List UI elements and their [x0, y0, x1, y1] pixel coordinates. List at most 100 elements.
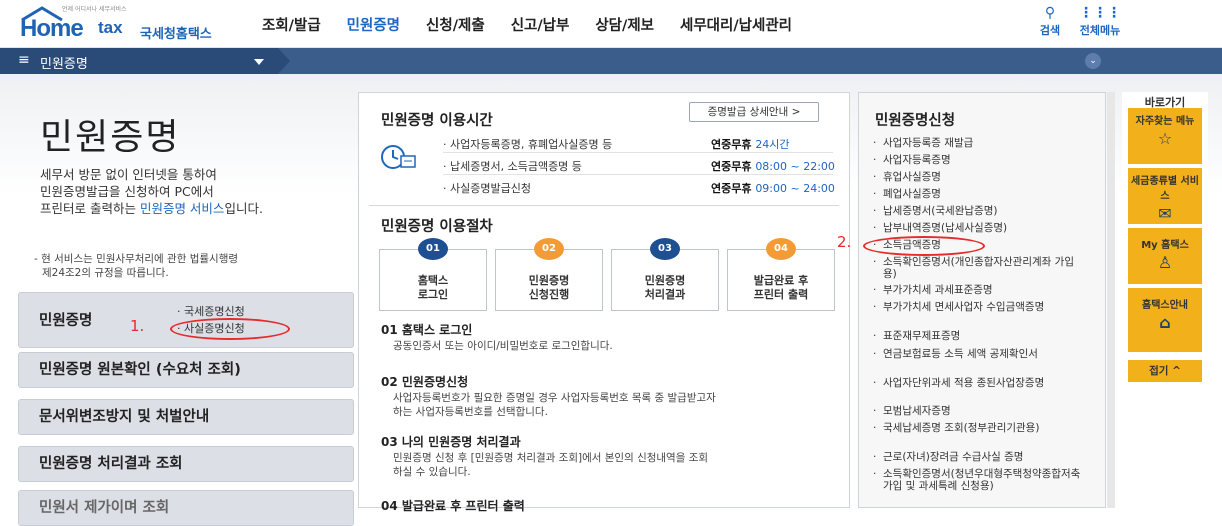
quick-my-hometax[interactable]: My 홈택스 ♙: [1128, 228, 1202, 284]
section-heading: 04 발급완료 후 프린터 출력: [381, 499, 525, 513]
sub-nav-dropdown[interactable]: ≡ 민원증명: [0, 48, 290, 74]
annotation-number-2: 2.: [837, 233, 852, 251]
menu-forgery-prevention[interactable]: 문서위변조방지 및 처벌안내: [18, 399, 354, 435]
sub-nav-bar: ≡ 민원증명 ⌄: [0, 48, 1222, 74]
apply-list-title: 민원증명신청: [875, 113, 956, 129]
section-body-line: 하는 사업자등록번호를 선택합니다.: [393, 406, 548, 418]
quick-box-label: 자주찾는 메뉴: [1135, 116, 1195, 127]
procedure-step-2: 02 민원증명 신청진행: [495, 238, 603, 311]
quick-favorite-menu[interactable]: 자주찾는 메뉴 ☆: [1128, 108, 1202, 164]
hours-label: · 납세증명서, 소득금액증명 등: [443, 160, 582, 173]
section-heading: 02 민원증명신청: [381, 375, 469, 389]
procedure-step-4: 04 발급완료 후 프린터 출력: [727, 238, 835, 311]
intro-line-1: 세무서 방문 없이 인터넷을 통하여: [40, 167, 217, 182]
menu-civil-certificate[interactable]: 민원증명 · 국세증명신청 · 사실증명신청: [18, 292, 354, 348]
step-line-1: 홈택스: [417, 274, 449, 287]
procedure-step-1: 01 홈택스 로그인: [379, 238, 487, 311]
nav-item-lookup[interactable]: 조회/발급: [262, 14, 321, 35]
nav-item-consult[interactable]: 상담/제보: [595, 14, 654, 35]
nav-item-tax-agent[interactable]: 세무대리/납세관리: [680, 14, 792, 35]
step-number-badge: 04: [766, 238, 796, 260]
menu-partial-item[interactable]: 민원서 제가이며 조회: [18, 490, 354, 526]
intro-line-2: 민원증명발급을 신청하여 PC에서: [40, 184, 214, 199]
page-title: 민원증명: [40, 117, 181, 158]
step-line-2: 로그인: [417, 288, 449, 301]
logo-tax-text: tax: [98, 18, 123, 37]
procedure-step-3: 03 민원증명 처리결과: [611, 238, 719, 311]
section-body: 공동인증서 또는 아이디/비밀번호로 로그인합니다.: [393, 339, 813, 353]
logo-subtitle: 국세청홈택스: [140, 27, 212, 42]
middle-panel: 민원증명 이용시간 증명발급 상세안내 > · 사업자등록증명, 휴폐업사실증명…: [358, 92, 850, 513]
legal-note: - 현 서비스는 민원사무처리에 관한 법률시행령 제24조2의 규정을 따릅니…: [34, 252, 334, 280]
logo-tagline: 언제 어디서나 세무서비스: [62, 6, 127, 13]
caret-down-icon: [254, 59, 264, 65]
section-body-line: 하실 수 있습니다.: [393, 466, 471, 478]
left-column: 민원증명 세무서 방문 없이 인터넷을 통하여 민원증명발급을 신청하여 PC에…: [18, 74, 354, 526]
quick-links: 바로가기 자주찾는 메뉴 ☆ 세금종류별 서비스 ✉ My 홈택스 ♙ 홈택스안…: [1122, 92, 1208, 508]
hours-label: · 사실증명발급신청: [443, 182, 531, 195]
intro-line-3-a: 프린터로 출력하는: [40, 201, 140, 216]
hours-label: · 사업자등록증명, 휴폐업사실증명 등: [443, 138, 613, 151]
global-nav: 조회/발급 민원증명 신청/제출 신고/납부 상담/제보 세무대리/납세관리: [262, 14, 818, 35]
section-body-line: 사업자등록번호가 필요한 증명일 경우 사업자등록번호 목록 중 발급받고자: [393, 392, 716, 404]
legal-note-line-2: 제24조2의 규정을 따릅니다.: [42, 267, 169, 279]
step-line-1: 발급완료 후: [753, 274, 809, 287]
clock-icon: [381, 145, 416, 169]
quick-hometax-guide[interactable]: 홈택스안내 ⌂: [1128, 288, 1202, 352]
scrollbar[interactable]: [1107, 92, 1115, 508]
quick-box-label: 세금종류별 서비스: [1131, 176, 1199, 202]
step-line-2: 신청진행: [528, 288, 570, 301]
hours-row: · 사실증명발급신청 연중무휴 09:00 ~ 24:00: [443, 177, 835, 197]
section-heading: 03 나의 민원증명 처리결과: [381, 435, 521, 449]
intro-text: 세무서 방문 없이 인터넷을 통하여 민원증명발급을 신청하여 PC에서 프린터…: [40, 166, 360, 217]
menu-result-lookup[interactable]: 민원증명 처리결과 조회: [18, 446, 354, 482]
nav-item-application[interactable]: 신청/제출: [426, 14, 485, 35]
procedure-title: 민원증명 이용절차: [381, 219, 493, 235]
sub-nav-title: 민원증명: [40, 57, 88, 72]
grid-menu-icon: ⋮⋮⋮: [1079, 5, 1121, 21]
hours-time: 08:00 ~ 22:00: [755, 160, 835, 173]
hours-value: 연중무휴 24시간: [711, 136, 790, 152]
guide-detail-button[interactable]: 증명발급 상세안내 >: [689, 102, 819, 122]
step-line-2: 처리결과: [644, 288, 686, 301]
hours-row: · 사업자등록증명, 휴폐업사실증명 등 연중무휴 24시간: [443, 133, 833, 153]
hamburger-icon: ≡: [18, 52, 30, 68]
quick-tax-service[interactable]: 세금종류별 서비스 ✉: [1128, 168, 1202, 224]
hours-value-prefix: 연중무휴: [711, 182, 756, 195]
top-bar: 언제 어디서나 세무서비스 Home tax 국세청홈택스 조회/발급 민원증명…: [0, 0, 1222, 48]
section-body-line: 공동인증서 또는 아이디/비밀번호로 로그인합니다.: [393, 340, 613, 352]
annotation-oval-2: [863, 236, 985, 256]
mail-icon: ✉: [1158, 204, 1172, 223]
section-body: 민원증명 신청 후 [민원증명 처리결과 조회]에서 본인의 신청내역을 조회 …: [393, 451, 813, 479]
section-heading: 01 홈택스 로그인: [381, 323, 473, 337]
intro-highlight: 민원증명 서비스: [139, 201, 225, 216]
nav-item-report-payment[interactable]: 신고/납부: [511, 14, 570, 35]
chevron-down-icon[interactable]: ⌄: [1085, 53, 1101, 69]
quick-box-label: My 홈택스: [1141, 240, 1189, 251]
hours-value: 연중무휴 09:00 ~ 24:00: [711, 180, 835, 196]
hours-value: 연중무휴 08:00 ~ 22:00: [711, 158, 835, 174]
section-body-line: 민원증명 신청 후 [민원증명 처리결과 조회]에서 본인의 신청내역을 조회: [393, 452, 709, 464]
quick-collapse-button[interactable]: 접기 ^: [1128, 360, 1202, 382]
menu-original-check[interactable]: 민원증명 원본확인 (수요처 조회): [18, 352, 354, 388]
hours-time: 24시간: [755, 138, 790, 151]
hours-time: 09:00 ~ 24:00: [755, 182, 835, 195]
hours-row: · 납세증명서, 소득금액증명 등 연중무휴 08:00 ~ 22:00: [443, 155, 835, 175]
logo-home-text: Home: [20, 15, 84, 42]
step-number-badge: 02: [534, 238, 564, 260]
annotation-number-1: 1.: [130, 317, 145, 335]
step-line-1: 민원증명: [528, 274, 570, 287]
right-panel: 민원증명신청 · 사업자등록증 재발급 · 사업자등록증명 · 휴업사실증명 · 폐업사…: [837, 92, 1106, 508]
step-line-2: 프린터 출력: [753, 288, 809, 301]
hometax-logo[interactable]: 언제 어디서나 세무서비스 Home tax 국세청홈택스: [20, 4, 260, 44]
nav-item-civil-certificate[interactable]: 민원증명: [347, 14, 400, 35]
hours-title: 민원증명 이용시간: [381, 113, 493, 129]
hours-value-prefix: 연중무휴: [711, 138, 756, 151]
legal-note-line-1: - 현 서비스는 민원사무처리에 관한 법률시행령: [34, 253, 239, 265]
step-number-badge: 03: [650, 238, 680, 260]
all-menu-button[interactable]: ⋮⋮⋮ 전체메뉴: [1070, 6, 1130, 38]
section-divider: [369, 205, 839, 206]
intro-line-3-c: 입니다.: [224, 201, 263, 216]
star-icon: ☆: [1157, 129, 1173, 148]
step-number-badge: 01: [418, 238, 448, 260]
